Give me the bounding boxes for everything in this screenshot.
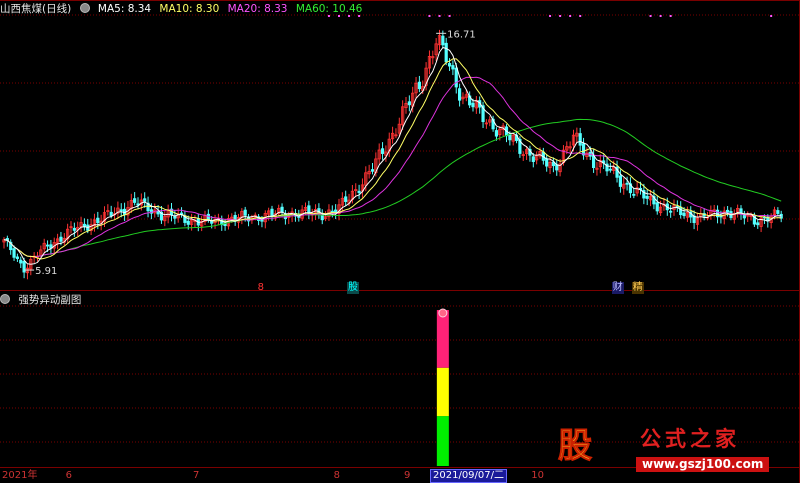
candle-body [19, 259, 23, 264]
candle-body [119, 209, 123, 212]
watermark-title: 公式之家 [640, 427, 740, 451]
candle-body [608, 168, 612, 171]
x-tick-label: 10 [531, 470, 545, 481]
marker-dot [569, 15, 572, 17]
candle-body [447, 63, 452, 67]
candle-body [186, 220, 190, 225]
signal-band [436, 416, 449, 466]
candle-body [756, 222, 760, 226]
ma20-label: MA20: 8.33 [227, 3, 288, 15]
low-price-label: 5.91 [35, 266, 57, 277]
grid-lines [0, 0, 800, 483]
candle-body [454, 67, 458, 88]
candle-body [457, 88, 462, 101]
marker-dot [649, 15, 652, 17]
watermark-url[interactable]: www.gszj100.com [636, 457, 770, 472]
candle-body [494, 130, 499, 137]
x-tick-label: 9 [404, 470, 411, 481]
marker-dot [559, 15, 562, 17]
candle-body [12, 248, 16, 258]
candle-body [15, 256, 20, 259]
candle-body [451, 65, 455, 70]
x-tick-label: 7 [192, 470, 200, 481]
candle-body [96, 217, 100, 224]
candle-body [109, 211, 113, 217]
signal-band [436, 367, 449, 417]
candle-body [441, 35, 445, 46]
marker-dot [549, 15, 552, 17]
candle-body [581, 143, 586, 156]
signal-bar[interactable] [436, 308, 449, 466]
settings-dot-icon[interactable] [79, 3, 90, 13]
ma20-line [3, 76, 782, 257]
x-tick-label: 2021年 [2, 470, 38, 481]
candle-body [243, 209, 247, 216]
candle-body [45, 244, 50, 247]
ma10-label: MA10: 8.30 [159, 3, 220, 15]
high-price-label: 16.71 [447, 29, 476, 40]
candle-body [344, 196, 348, 202]
moving-average-lines [3, 46, 782, 265]
ma10-line [3, 58, 782, 260]
candle-body [645, 195, 649, 199]
candle-body [143, 198, 147, 202]
candle-body [357, 190, 361, 194]
event-badge[interactable]: 财 [611, 282, 624, 294]
candle-body [370, 169, 375, 172]
chart-stage[interactable]: 16.71 5.91 [0, 0, 800, 483]
candle-body [679, 206, 683, 216]
candle-body [380, 148, 385, 154]
candle-body [726, 209, 730, 213]
candle-body [417, 81, 422, 90]
candle-body [578, 133, 582, 146]
candle-body [156, 210, 160, 215]
signal-top-dot [438, 308, 448, 318]
candle-body [682, 212, 686, 217]
candle-body [133, 198, 137, 203]
sub-panel-title[interactable]: 强势异动副图 [18, 294, 81, 306]
candle-body [655, 202, 659, 212]
candle-body [545, 158, 549, 167]
candle-body [72, 227, 76, 231]
candle-body [531, 156, 535, 163]
ma5-line [3, 46, 782, 265]
ma5-label: MA5: 8.34 [97, 3, 152, 15]
candle-body [280, 206, 284, 213]
candlestick-series[interactable] [2, 29, 783, 280]
main-chart-header: 山西焦煤(日线) MA5: 8.34 MA10: 8.30 MA20: 8.33… [0, 2, 367, 16]
watermark-logo: 股 [558, 426, 593, 467]
candle-body [632, 193, 636, 196]
candle-body [334, 209, 338, 214]
marker-dot [669, 15, 672, 17]
candle-body [407, 101, 411, 106]
marker-dot [428, 15, 431, 17]
sub-panel-header: 强势异动副图 [0, 293, 86, 307]
signal-band [436, 310, 449, 368]
candle-body [270, 208, 274, 216]
candle-body [82, 223, 86, 227]
x-tick-label: 6 [65, 470, 73, 481]
candle-body [444, 42, 448, 63]
candle-body [307, 205, 311, 214]
current-date-label: 2021/09/07/二 [430, 469, 508, 483]
marker-dot [438, 15, 441, 17]
marker-dot [448, 15, 451, 17]
marker-dot [659, 15, 662, 17]
candle-body [776, 210, 780, 214]
candle-body [618, 175, 623, 187]
candle-body [59, 236, 63, 242]
candle-body [669, 210, 673, 213]
marker-dot [579, 15, 582, 17]
candle-body [625, 182, 629, 185]
candle-body [173, 215, 177, 219]
settings-dot-icon[interactable] [0, 294, 10, 304]
event-badge[interactable]: 8 [257, 282, 265, 294]
event-badge[interactable]: 精 [631, 282, 644, 294]
event-badge[interactable]: 股 [347, 282, 360, 294]
ma60-label: MA60: 10.46 [295, 3, 363, 15]
x-tick-label: 8 [333, 470, 341, 481]
candle-body [471, 102, 475, 108]
marker-dot [770, 15, 773, 17]
stock-title[interactable]: 山西焦煤(日线) [0, 3, 71, 15]
